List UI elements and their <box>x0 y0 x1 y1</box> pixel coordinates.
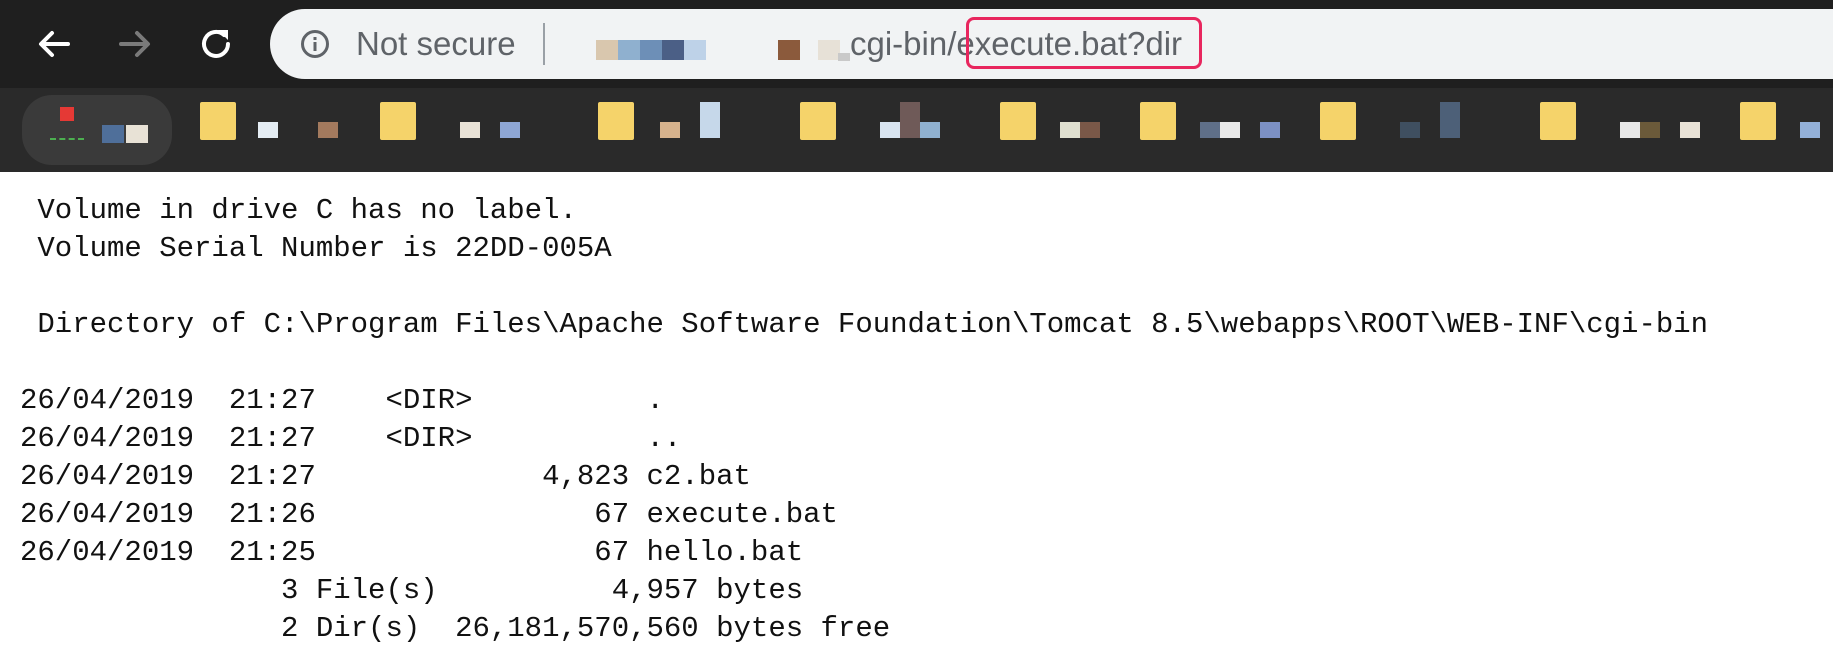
browser-toolbar: Not secure cgi-bin/execute.bat?dir <box>0 0 1833 88</box>
folder-icon[interactable] <box>800 102 836 140</box>
output-line: 26/04/2019 21:27 <DIR> .. <box>20 422 682 455</box>
folder-icon[interactable] <box>598 102 634 140</box>
back-button[interactable] <box>24 14 84 74</box>
output-line: Volume Serial Number is 22DD-005A <box>20 232 612 265</box>
folder-icon[interactable] <box>1000 102 1036 140</box>
folder-icon[interactable] <box>1540 102 1576 140</box>
folder-icon[interactable] <box>1320 102 1356 140</box>
forward-arrow-icon <box>119 31 150 57</box>
forward-button[interactable] <box>105 14 165 74</box>
apps-icon <box>60 107 74 121</box>
browser-chrome: Not secure cgi-bin/execute.bat?dir <box>0 0 1833 172</box>
output-line: 2 Dir(s) 26,181,570,560 bytes free <box>20 612 891 645</box>
output-line: Volume in drive C has no label. <box>20 194 577 227</box>
bookmarks-bar <box>0 88 1833 172</box>
folder-icon[interactable] <box>1740 102 1776 140</box>
folder-icon[interactable] <box>200 102 236 140</box>
url-highlight-box <box>966 17 1202 69</box>
address-bar[interactable]: Not secure cgi-bin/execute.bat?dir <box>270 9 1833 79</box>
command-output: Volume in drive C has no label. Volume S… <box>0 172 1833 667</box>
omnibox-divider <box>543 23 545 65</box>
security-status-label[interactable]: Not secure <box>356 23 516 65</box>
output-line: 26/04/2019 21:27 <DIR> . <box>20 384 664 417</box>
output-line: 26/04/2019 21:25 67 hello.bat <box>20 536 804 569</box>
folder-icon[interactable] <box>380 102 416 140</box>
output-line: 26/04/2019 21:26 67 execute.bat <box>20 498 838 531</box>
back-arrow-icon <box>39 31 70 57</box>
output-line: Directory of C:\Program Files\Apache Sof… <box>20 308 1709 341</box>
folder-icon[interactable] <box>1140 102 1176 140</box>
reload-button[interactable] <box>186 14 246 74</box>
reload-icon <box>202 29 230 58</box>
output-line: 26/04/2019 21:27 4,823 c2.bat <box>20 460 751 493</box>
output-line: 3 File(s) 4,957 bytes <box>20 574 804 607</box>
apps-shortcut-button[interactable] <box>22 95 172 165</box>
info-icon[interactable] <box>300 29 330 59</box>
